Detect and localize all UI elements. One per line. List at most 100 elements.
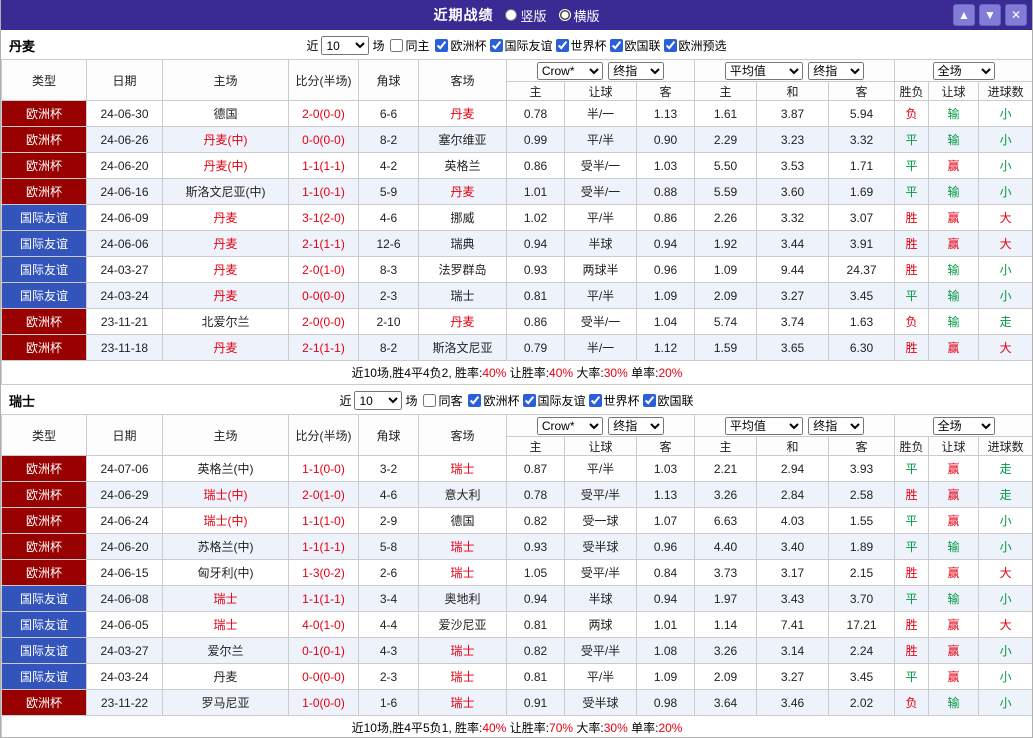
league-filter[interactable]: 欧洲预选 [663, 37, 727, 54]
same-venue-checkbox[interactable] [423, 394, 437, 407]
avg-home-cell: 1.61 [694, 100, 758, 127]
avg-away-cell: 3.45 [828, 282, 896, 309]
league-filter-checkbox[interactable] [588, 394, 602, 407]
topbar: 近期战绩 竖版 横版 ▲ ▼ ✕ [1, 0, 1032, 30]
corner-cell: 4-2 [358, 152, 419, 179]
league-filter-checkbox[interactable] [663, 39, 677, 52]
move-up-button[interactable]: ▲ [953, 4, 975, 26]
match-date-cell: 24-06-15 [86, 559, 163, 586]
result-goals-cell: 小 [978, 126, 1032, 153]
matches-label: 场 [372, 39, 385, 53]
match-row: 国际友谊 24-06-09 丹麦 3-1(2-0) 4-6 挪威 1.02 平/半 0.86 2.… [1, 204, 1032, 231]
vertical-layout-radio[interactable] [505, 9, 518, 21]
summary-segment: 大率: [573, 721, 604, 735]
odds-away-cell: 0.94 [635, 230, 696, 257]
team-filter-row: 丹麦 近 10 场 同主 欧洲杯 国际友谊 世界杯 欧国联 欧洲预选 [1, 32, 1032, 59]
move-down-button[interactable]: ▼ [979, 4, 1001, 26]
odds-away-cell: 1.03 [635, 152, 696, 179]
scope-select[interactable]: 全场 [932, 61, 995, 80]
col-header-avg-home: 主 [694, 436, 758, 456]
col-header-odds-home: 主 [506, 81, 565, 101]
col-header-odds-away: 客 [635, 81, 696, 101]
result-outcome-cell: 胜 [894, 204, 930, 231]
home-team-cell: 匈牙利(中) [162, 559, 289, 586]
odds-away-cell: 0.96 [635, 256, 696, 283]
home-team-cell: 丹麦(中) [162, 126, 289, 153]
recent-count-select[interactable]: 10 [321, 36, 370, 55]
col-header-avg-home: 主 [694, 81, 758, 101]
avg-home-cell: 6.63 [694, 507, 758, 534]
close-button[interactable]: ✕ [1005, 4, 1027, 26]
match-row: 欧洲杯 24-07-06 英格兰(中) 1-1(0-0) 3-2 瑞士 0.87 平/半 1.0… [1, 455, 1032, 482]
match-row: 国际友谊 24-03-27 丹麦 2-0(1-0) 8-3 法罗群岛 0.93 两球半 0.96… [1, 256, 1032, 283]
league-type-cell: 欧洲杯 [1, 689, 87, 716]
col-header-type: 类型 [1, 414, 87, 456]
league-filter[interactable]: 国际友谊 [522, 392, 586, 409]
result-goals-cell: 小 [978, 533, 1032, 560]
match-row: 欧洲杯 24-06-16 斯洛文尼亚(中) 1-1(0-1) 5-9 丹麦 1.01 受半/一… [1, 178, 1032, 205]
same-venue-filter[interactable]: 同客 [423, 392, 462, 409]
match-date-cell: 24-06-29 [86, 481, 163, 508]
avg-home-cell: 3.26 [694, 637, 758, 664]
avg-home-cell: 1.92 [694, 230, 758, 257]
league-filter[interactable]: 欧国联 [609, 37, 661, 54]
layout-option-horizontal[interactable]: 横版 [558, 6, 600, 25]
league-filter-checkbox[interactable] [642, 394, 656, 407]
result-handicap-cell: 赢 [928, 559, 980, 586]
avg-stage-select[interactable]: 终指 [808, 61, 865, 80]
league-filter[interactable]: 欧洲杯 [468, 392, 520, 409]
bookmaker-select[interactable]: Crow* [536, 61, 603, 80]
summary-segment: 近10场,胜4平5负1, 胜率: [351, 721, 483, 735]
league-filter[interactable]: 国际友谊 [489, 37, 553, 54]
away-team-cell: 法罗群岛 [418, 256, 507, 283]
home-team-cell: 丹麦 [162, 204, 289, 231]
score-cell: 1-1(0-0) [288, 455, 359, 482]
avg-stage-select[interactable]: 终指 [808, 416, 865, 435]
match-date-cell: 24-06-20 [86, 152, 163, 179]
league-filter-checkbox[interactable] [555, 39, 569, 52]
league-filter[interactable]: 欧国联 [642, 392, 694, 409]
same-venue-checkbox[interactable] [390, 39, 404, 52]
odds-away-cell: 1.09 [635, 282, 696, 309]
avg-home-cell: 1.59 [694, 334, 758, 361]
avg-home-cell: 1.14 [694, 611, 758, 638]
bookmaker-select[interactable]: Crow* [536, 416, 603, 435]
odds-stage-select[interactable]: 终指 [608, 416, 665, 435]
odds-stage-select[interactable]: 终指 [608, 61, 665, 80]
summary-segment: 大率: [573, 366, 604, 380]
summary-segment: 70% [549, 721, 574, 735]
col-header-home: 主场 [162, 414, 289, 456]
league-filter-checkbox[interactable] [435, 39, 449, 52]
odds-group-header: Crow* 终指 [505, 59, 696, 82]
handicap-cell: 平/半 [564, 282, 637, 309]
average-select[interactable]: 平均值 [724, 416, 803, 435]
result-goals-cell: 小 [978, 282, 1032, 309]
layout-option-vertical[interactable]: 竖版 [505, 6, 547, 25]
league-filter-checkbox[interactable] [609, 39, 623, 52]
recent-count-select[interactable]: 10 [354, 391, 403, 410]
result-handicap-cell: 输 [928, 308, 980, 335]
league-filter[interactable]: 世界杯 [555, 37, 607, 54]
score-cell: 0-1(0-1) [288, 637, 359, 664]
odds-home-cell: 0.94 [506, 585, 565, 612]
recent-label: 近 [339, 394, 352, 408]
league-filter[interactable]: 欧洲杯 [435, 37, 487, 54]
avg-away-cell: 3.70 [828, 585, 896, 612]
league-type-cell: 国际友谊 [1, 256, 87, 283]
result-goals-cell: 走 [978, 481, 1032, 508]
horizontal-layout-radio[interactable] [558, 9, 571, 21]
league-filter-label: 世界杯 [570, 39, 607, 53]
league-filter-checkbox[interactable] [522, 394, 536, 407]
result-goals-cell: 小 [978, 256, 1032, 283]
col-header-corner: 角球 [358, 59, 419, 101]
league-filter-checkbox[interactable] [468, 394, 482, 407]
league-filter-checkbox[interactable] [489, 39, 503, 52]
handicap-cell: 受半球 [564, 689, 637, 716]
match-date-cell: 23-11-21 [86, 308, 163, 335]
average-select[interactable]: 平均值 [724, 61, 803, 80]
league-filter[interactable]: 世界杯 [588, 392, 640, 409]
recent-label: 近 [306, 39, 319, 53]
col-header-avg-away: 客 [828, 81, 896, 101]
same-venue-filter[interactable]: 同主 [390, 37, 429, 54]
scope-select[interactable]: 全场 [932, 416, 995, 435]
